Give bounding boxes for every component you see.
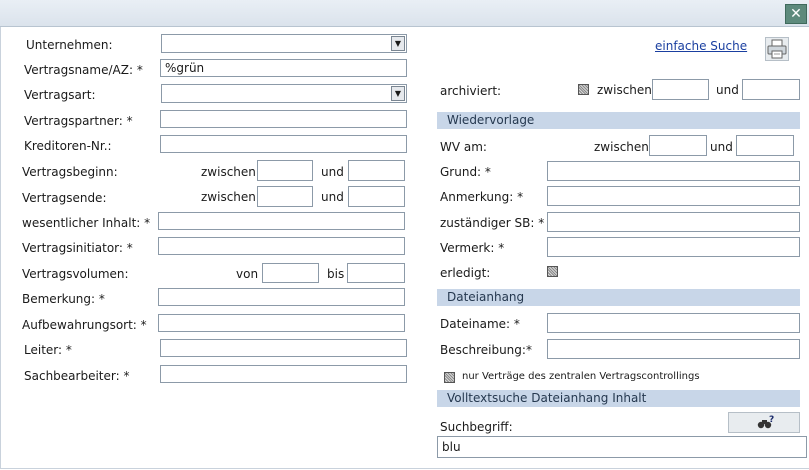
chevron-down-icon: ▼ (391, 86, 405, 101)
label-beginn-und: und (321, 165, 344, 179)
label-wv-zwischen: zwischen (594, 140, 649, 154)
label-dateiname: Dateiname: * (440, 317, 520, 331)
label-archiviert: archiviert: (440, 84, 502, 98)
label-zentral: nur Verträge des zentralen Vertragscontr… (462, 371, 700, 382)
svg-text:?: ? (769, 415, 774, 425)
archiviert-to-input[interactable] (742, 79, 800, 100)
vermerk-input[interactable] (547, 237, 800, 257)
label-ende-und: und (321, 190, 344, 204)
section-dateianhang: Dateianhang (437, 289, 800, 306)
label-erledigt: erledigt: (440, 266, 491, 280)
zentral-checkbox[interactable] (444, 372, 455, 383)
print-button[interactable] (765, 37, 789, 61)
label-volumen: Vertragsvolumen: (22, 267, 129, 281)
erledigt-checkbox[interactable] (547, 266, 558, 277)
wv-to-input[interactable] (736, 135, 794, 156)
label-vertragsbeginn: Vertragsbeginn: (22, 165, 118, 179)
bemerkung-input[interactable] (158, 288, 405, 306)
close-button[interactable]: ✕ (785, 4, 807, 24)
help-button[interactable]: ? (728, 412, 800, 433)
vertragsart-select[interactable]: ▼ (161, 84, 407, 103)
section-volltext: Volltextsuche Dateianhang Inhalt (437, 390, 800, 407)
label-archiviert-zwischen: zwischen (597, 83, 652, 97)
label-sb: zuständiger SB: * (440, 216, 545, 230)
label-sachbearbeiter: Sachbearbeiter: * (24, 369, 130, 383)
binoculars-help-icon: ? (757, 415, 774, 429)
label-vertragsende: Vertragsende: (22, 191, 107, 205)
kreditoren-input[interactable] (160, 135, 407, 153)
archiviert-from-input[interactable] (652, 79, 709, 100)
sachbearbeiter-input[interactable] (160, 365, 407, 383)
label-leiter: Leiter: * (24, 343, 72, 357)
vertragsbeginn-to-input[interactable] (348, 160, 405, 181)
label-initiator: Vertragsinitiator: * (22, 241, 133, 255)
vertragspartner-input[interactable] (160, 110, 407, 128)
grund-input[interactable] (547, 161, 800, 181)
label-aufbewahrung: Aufbewahrungsort: * (22, 318, 147, 332)
label-unternehmen: Unternehmen: (26, 38, 113, 52)
label-ende-zwischen: zwischen (201, 190, 256, 204)
label-grund: Grund: * (440, 165, 491, 179)
vertragsname-input[interactable]: %grün (160, 59, 407, 77)
section-wiedervorlage: Wiedervorlage (437, 112, 800, 129)
label-inhalt: wesentlicher Inhalt: * (22, 216, 151, 230)
vertragsende-to-input[interactable] (348, 186, 405, 207)
chevron-down-icon: ▼ (391, 36, 405, 51)
label-vermerk: Vermerk: * (440, 241, 505, 255)
label-vertragspartner: Vertragspartner: * (24, 114, 133, 128)
unternehmen-select[interactable]: ▼ (161, 34, 407, 53)
initiator-input[interactable] (158, 237, 405, 255)
label-bemerkung: Bemerkung: * (22, 292, 105, 306)
leiter-input[interactable] (160, 339, 407, 357)
printer-icon (767, 39, 787, 59)
sb-input[interactable] (547, 212, 800, 232)
archiviert-checkbox[interactable] (578, 84, 589, 95)
close-icon: ✕ (790, 6, 802, 22)
label-wv-am: WV am: (440, 140, 487, 154)
label-beginn-zwischen: zwischen (201, 165, 256, 179)
label-vertragsname: Vertragsname/AZ: * (24, 63, 143, 77)
window-titlebar (0, 0, 809, 27)
label-kreditoren: Kreditoren-Nr.: (24, 139, 112, 153)
inhalt-input[interactable] (158, 212, 405, 230)
label-vertragsart: Vertragsart: (24, 88, 96, 102)
volumen-to-input[interactable] (347, 263, 405, 283)
label-suchbegriff: Suchbegriff: (440, 420, 513, 434)
aufbewahrung-input[interactable] (158, 314, 405, 332)
label-beschreibung: Beschreibung:* (440, 343, 532, 357)
label-volumen-bis: bis (327, 267, 345, 281)
anmerkung-input[interactable] (547, 186, 800, 206)
suchbegriff-input[interactable]: blu (437, 436, 807, 458)
vertragsende-from-input[interactable] (257, 186, 313, 207)
beschreibung-input[interactable] (547, 339, 800, 359)
vertragsbeginn-from-input[interactable] (257, 160, 313, 181)
label-anmerkung: Anmerkung: * (440, 190, 524, 204)
label-wv-und: und (710, 140, 733, 154)
dateiname-input[interactable] (547, 313, 800, 333)
wv-from-input[interactable] (649, 135, 707, 156)
volumen-from-input[interactable] (262, 263, 319, 283)
label-archiviert-und: und (716, 83, 739, 97)
simple-search-link[interactable]: einfache Suche (655, 39, 747, 53)
label-volumen-von: von (236, 267, 259, 281)
